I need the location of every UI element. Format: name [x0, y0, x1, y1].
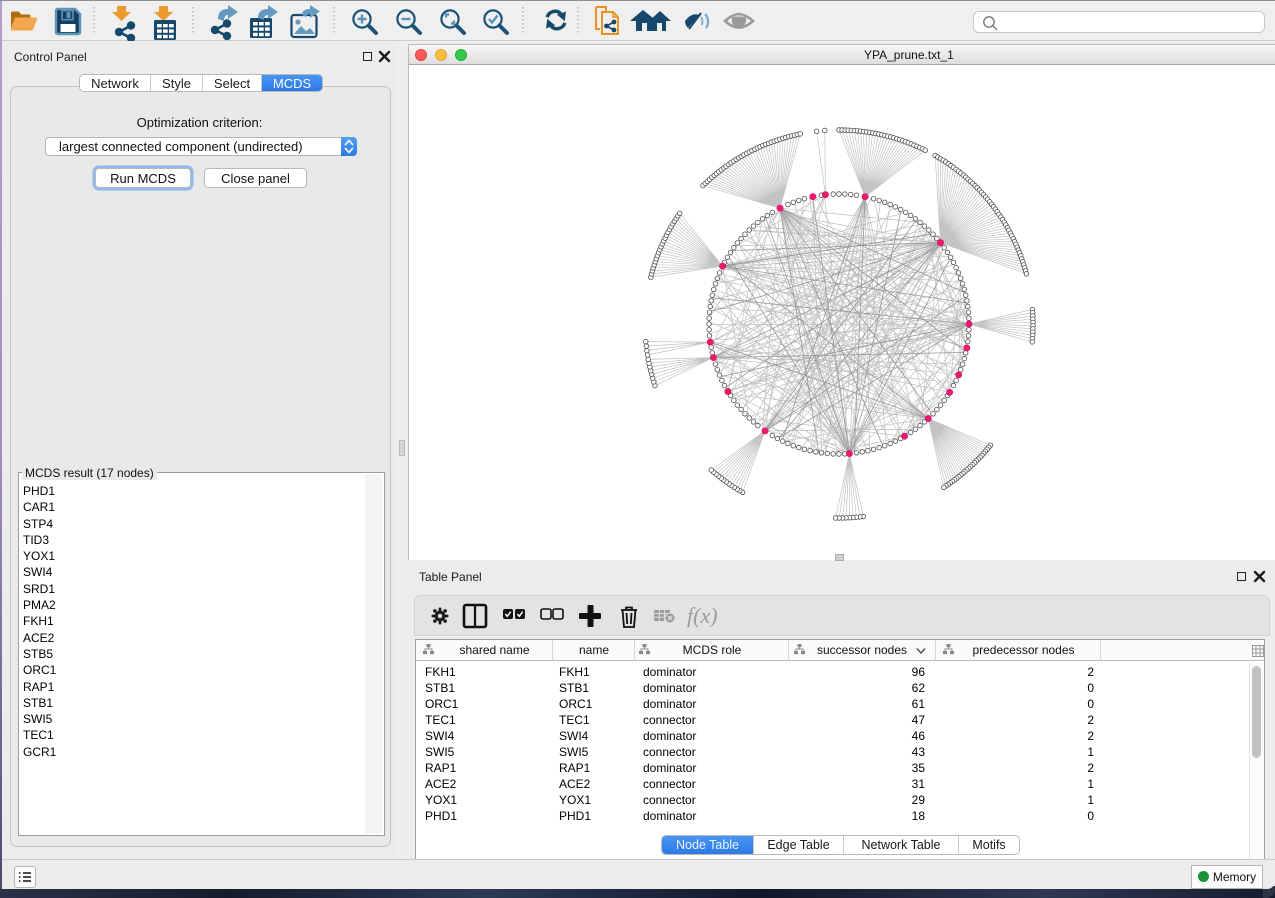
svg-text:f(x): f(x)	[687, 603, 718, 628]
